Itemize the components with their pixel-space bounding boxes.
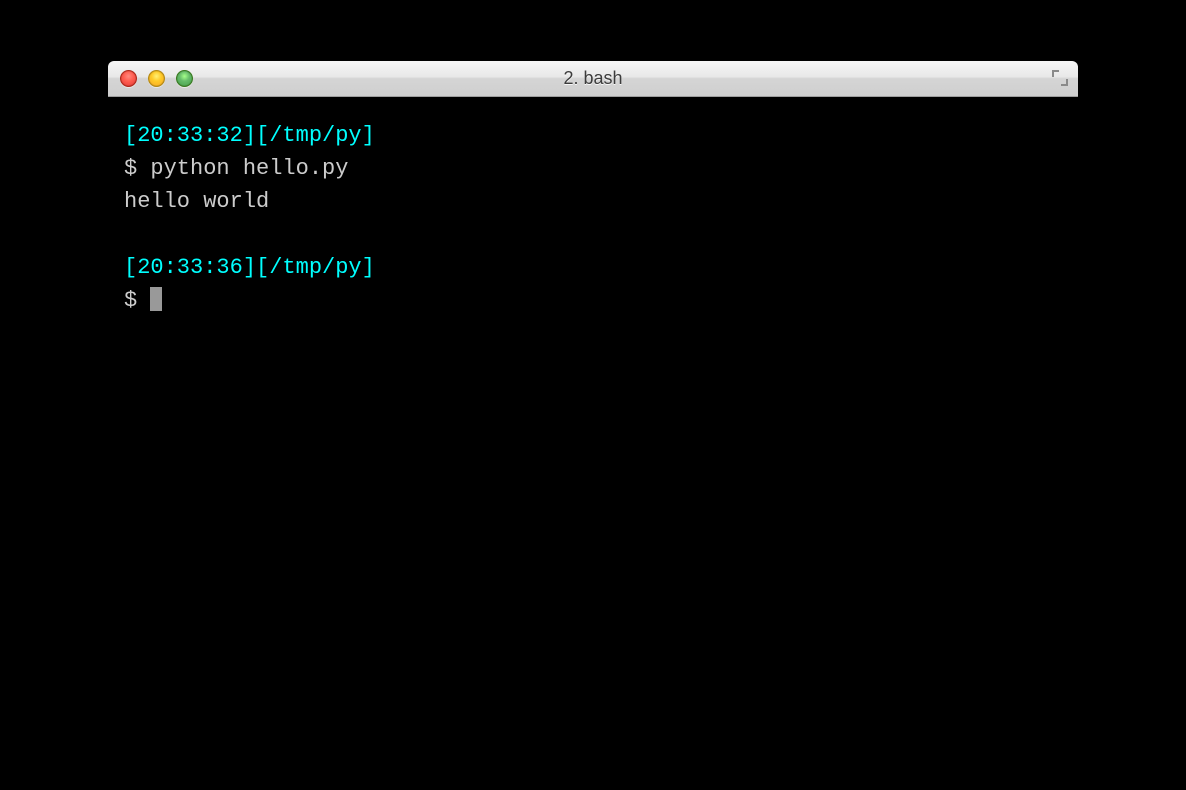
cursor-icon xyxy=(150,287,162,311)
prompt-info: [20:33:36][/tmp/py] xyxy=(124,255,375,280)
terminal-content[interactable]: [20:33:32][/tmp/py] $ python hello.py hell… xyxy=(108,97,1078,664)
output-text: hello world xyxy=(124,185,1062,218)
terminal-window: 2. bash [20:33:32][/tmp/py] $ python hell… xyxy=(108,61,1078,664)
prompt-info: [20:33:32][/tmp/py] xyxy=(124,123,375,148)
traffic-lights xyxy=(120,70,193,87)
window-title: 2. bash xyxy=(108,68,1078,89)
command-text: python hello.py xyxy=(150,156,348,181)
minimize-icon[interactable] xyxy=(148,70,165,87)
fullscreen-icon[interactable] xyxy=(1050,68,1070,88)
prompt-symbol: $ xyxy=(124,156,150,181)
zoom-icon[interactable] xyxy=(176,70,193,87)
titlebar[interactable]: 2. bash xyxy=(108,61,1078,97)
prompt-symbol: $ xyxy=(124,288,150,313)
close-icon[interactable] xyxy=(120,70,137,87)
